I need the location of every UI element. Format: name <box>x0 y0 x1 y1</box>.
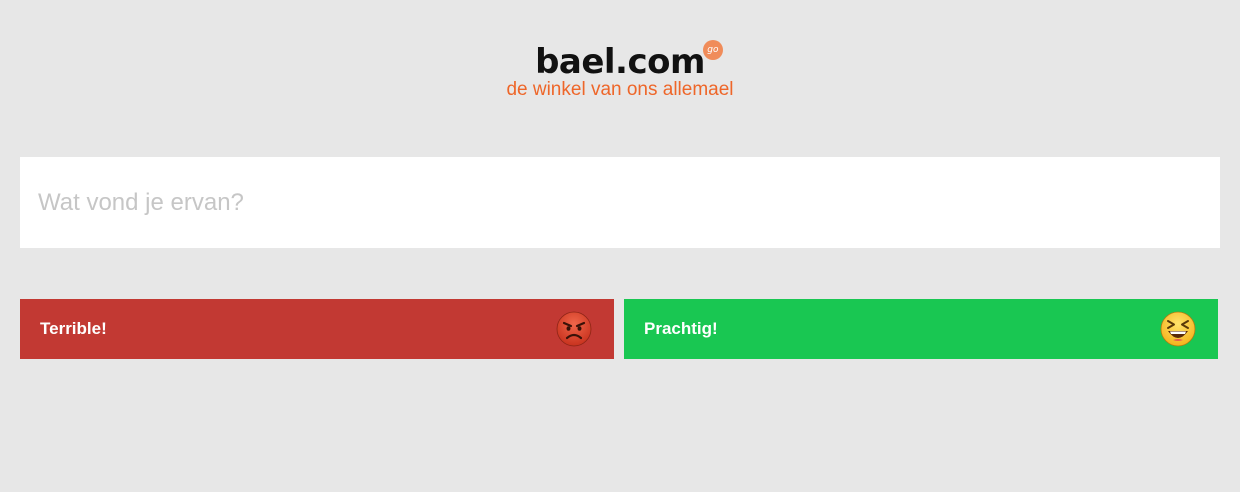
logo-badge-icon: go <box>702 40 723 60</box>
angry-face-icon <box>556 311 592 347</box>
feedback-input[interactable] <box>20 157 1220 248</box>
logo-wordmark: bael.com <box>535 42 705 82</box>
terrible-button[interactable]: Terrible! <box>20 299 614 359</box>
prachtig-label: Prachtig! <box>644 319 718 338</box>
terrible-label: Terrible! <box>40 319 107 338</box>
prachtig-button[interactable]: Prachtig! <box>624 299 1218 359</box>
brand-logo: bael.com go de winkel van ons allemael <box>0 40 1240 102</box>
grinning-squinting-face-icon <box>1160 311 1196 347</box>
